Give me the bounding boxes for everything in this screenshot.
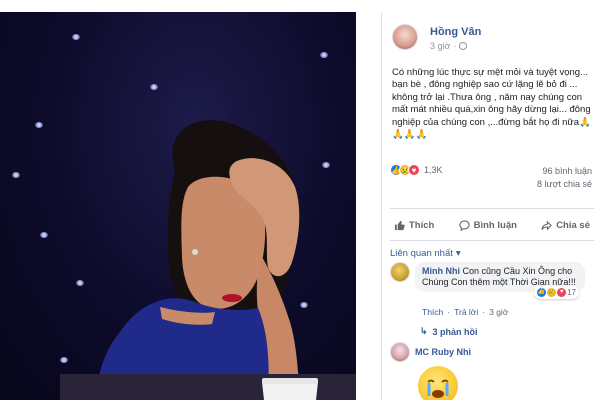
- thumbs-up-icon: [394, 220, 405, 230]
- post-actions: Thích Bình luận Chia sẻ: [390, 214, 594, 236]
- post-meta: 3 giờ ·: [430, 41, 468, 51]
- comment-like-link[interactable]: Thích: [422, 307, 443, 317]
- comment-reply-link[interactable]: Trả lời: [454, 307, 478, 317]
- chevron-down-icon: ▾: [455, 248, 461, 259]
- sad-reaction-icon: 😢: [547, 288, 557, 297]
- share-button[interactable]: Chia sẻ: [537, 218, 594, 233]
- comment-sort-dropdown[interactable]: Liên quan nhất ▾: [390, 248, 461, 259]
- post-stats: 96 bình luận 8 lượt chia sẻ: [537, 165, 592, 191]
- commenter-avatar[interactable]: [390, 342, 410, 362]
- globe-icon: [459, 42, 468, 50]
- comment-sort-label: Liên quan nhất: [390, 248, 453, 259]
- author-avatar[interactable]: [392, 24, 418, 50]
- comment-button-label: Bình luận: [473, 219, 517, 231]
- comment-reaction-count: 17: [567, 288, 576, 297]
- post-panel: Hồng Vân 3 giờ · Có những lúc thực sự mệ…: [381, 12, 600, 400]
- comment-button[interactable]: Bình luận: [455, 218, 521, 233]
- speech-bubble-icon: [458, 219, 470, 231]
- dot-separator: ·: [482, 307, 486, 317]
- comment-time[interactable]: 3 giờ: [489, 307, 508, 317]
- like-reaction-icon: 👍: [537, 288, 547, 297]
- commenter-avatar[interactable]: [390, 262, 410, 282]
- post-time[interactable]: 3 giờ: [430, 41, 450, 51]
- reply-arrow-icon: ↳: [420, 326, 428, 336]
- view-replies-link[interactable]: ↳ 3 phản hồi: [420, 326, 478, 337]
- comments-count-link[interactable]: 96 bình luận: [537, 165, 592, 178]
- crying-face-sticker: [418, 366, 458, 400]
- divider: [390, 240, 594, 241]
- love-reaction-icon: ♥: [408, 164, 420, 176]
- divider: [390, 208, 594, 209]
- woman-figure-illustration: [60, 120, 356, 400]
- share-arrow-icon: [541, 220, 553, 230]
- commenter-name[interactable]: MC Ruby Nhi: [415, 347, 471, 357]
- like-button[interactable]: Thích: [390, 218, 438, 233]
- replies-count: 3 phản hồi: [432, 326, 478, 337]
- post-text: Có những lúc thực sự mệt mỏi và tuyệt vọ…: [392, 67, 591, 141]
- comment-actions: Thích · Trả lời · 3 giờ: [422, 307, 508, 317]
- reaction-count: 1,3K: [424, 165, 443, 175]
- post-photo[interactable]: [0, 12, 356, 400]
- comment-reactions[interactable]: 👍 😢 ♥ 17: [534, 286, 579, 299]
- love-reaction-icon: ♥: [557, 288, 567, 297]
- photo-panel: [0, 0, 380, 400]
- comment-bubble: Minh Nhi Con cũng Cầu Xin Ông cho Chúng …: [415, 262, 585, 299]
- crying-face-icon: [427, 379, 449, 398]
- like-button-label: Thích: [409, 219, 435, 231]
- post-header: Hồng Vân 3 giờ ·: [392, 24, 592, 56]
- shares-count-link[interactable]: 8 lượt chia sẻ: [537, 178, 592, 191]
- dot-separator: ·: [447, 307, 451, 317]
- author-name[interactable]: Hồng Vân: [430, 26, 481, 38]
- share-button-label: Chia sẻ: [556, 219, 590, 231]
- commenter-name[interactable]: Minh Nhi: [422, 266, 460, 276]
- dot-separator: ·: [453, 41, 457, 51]
